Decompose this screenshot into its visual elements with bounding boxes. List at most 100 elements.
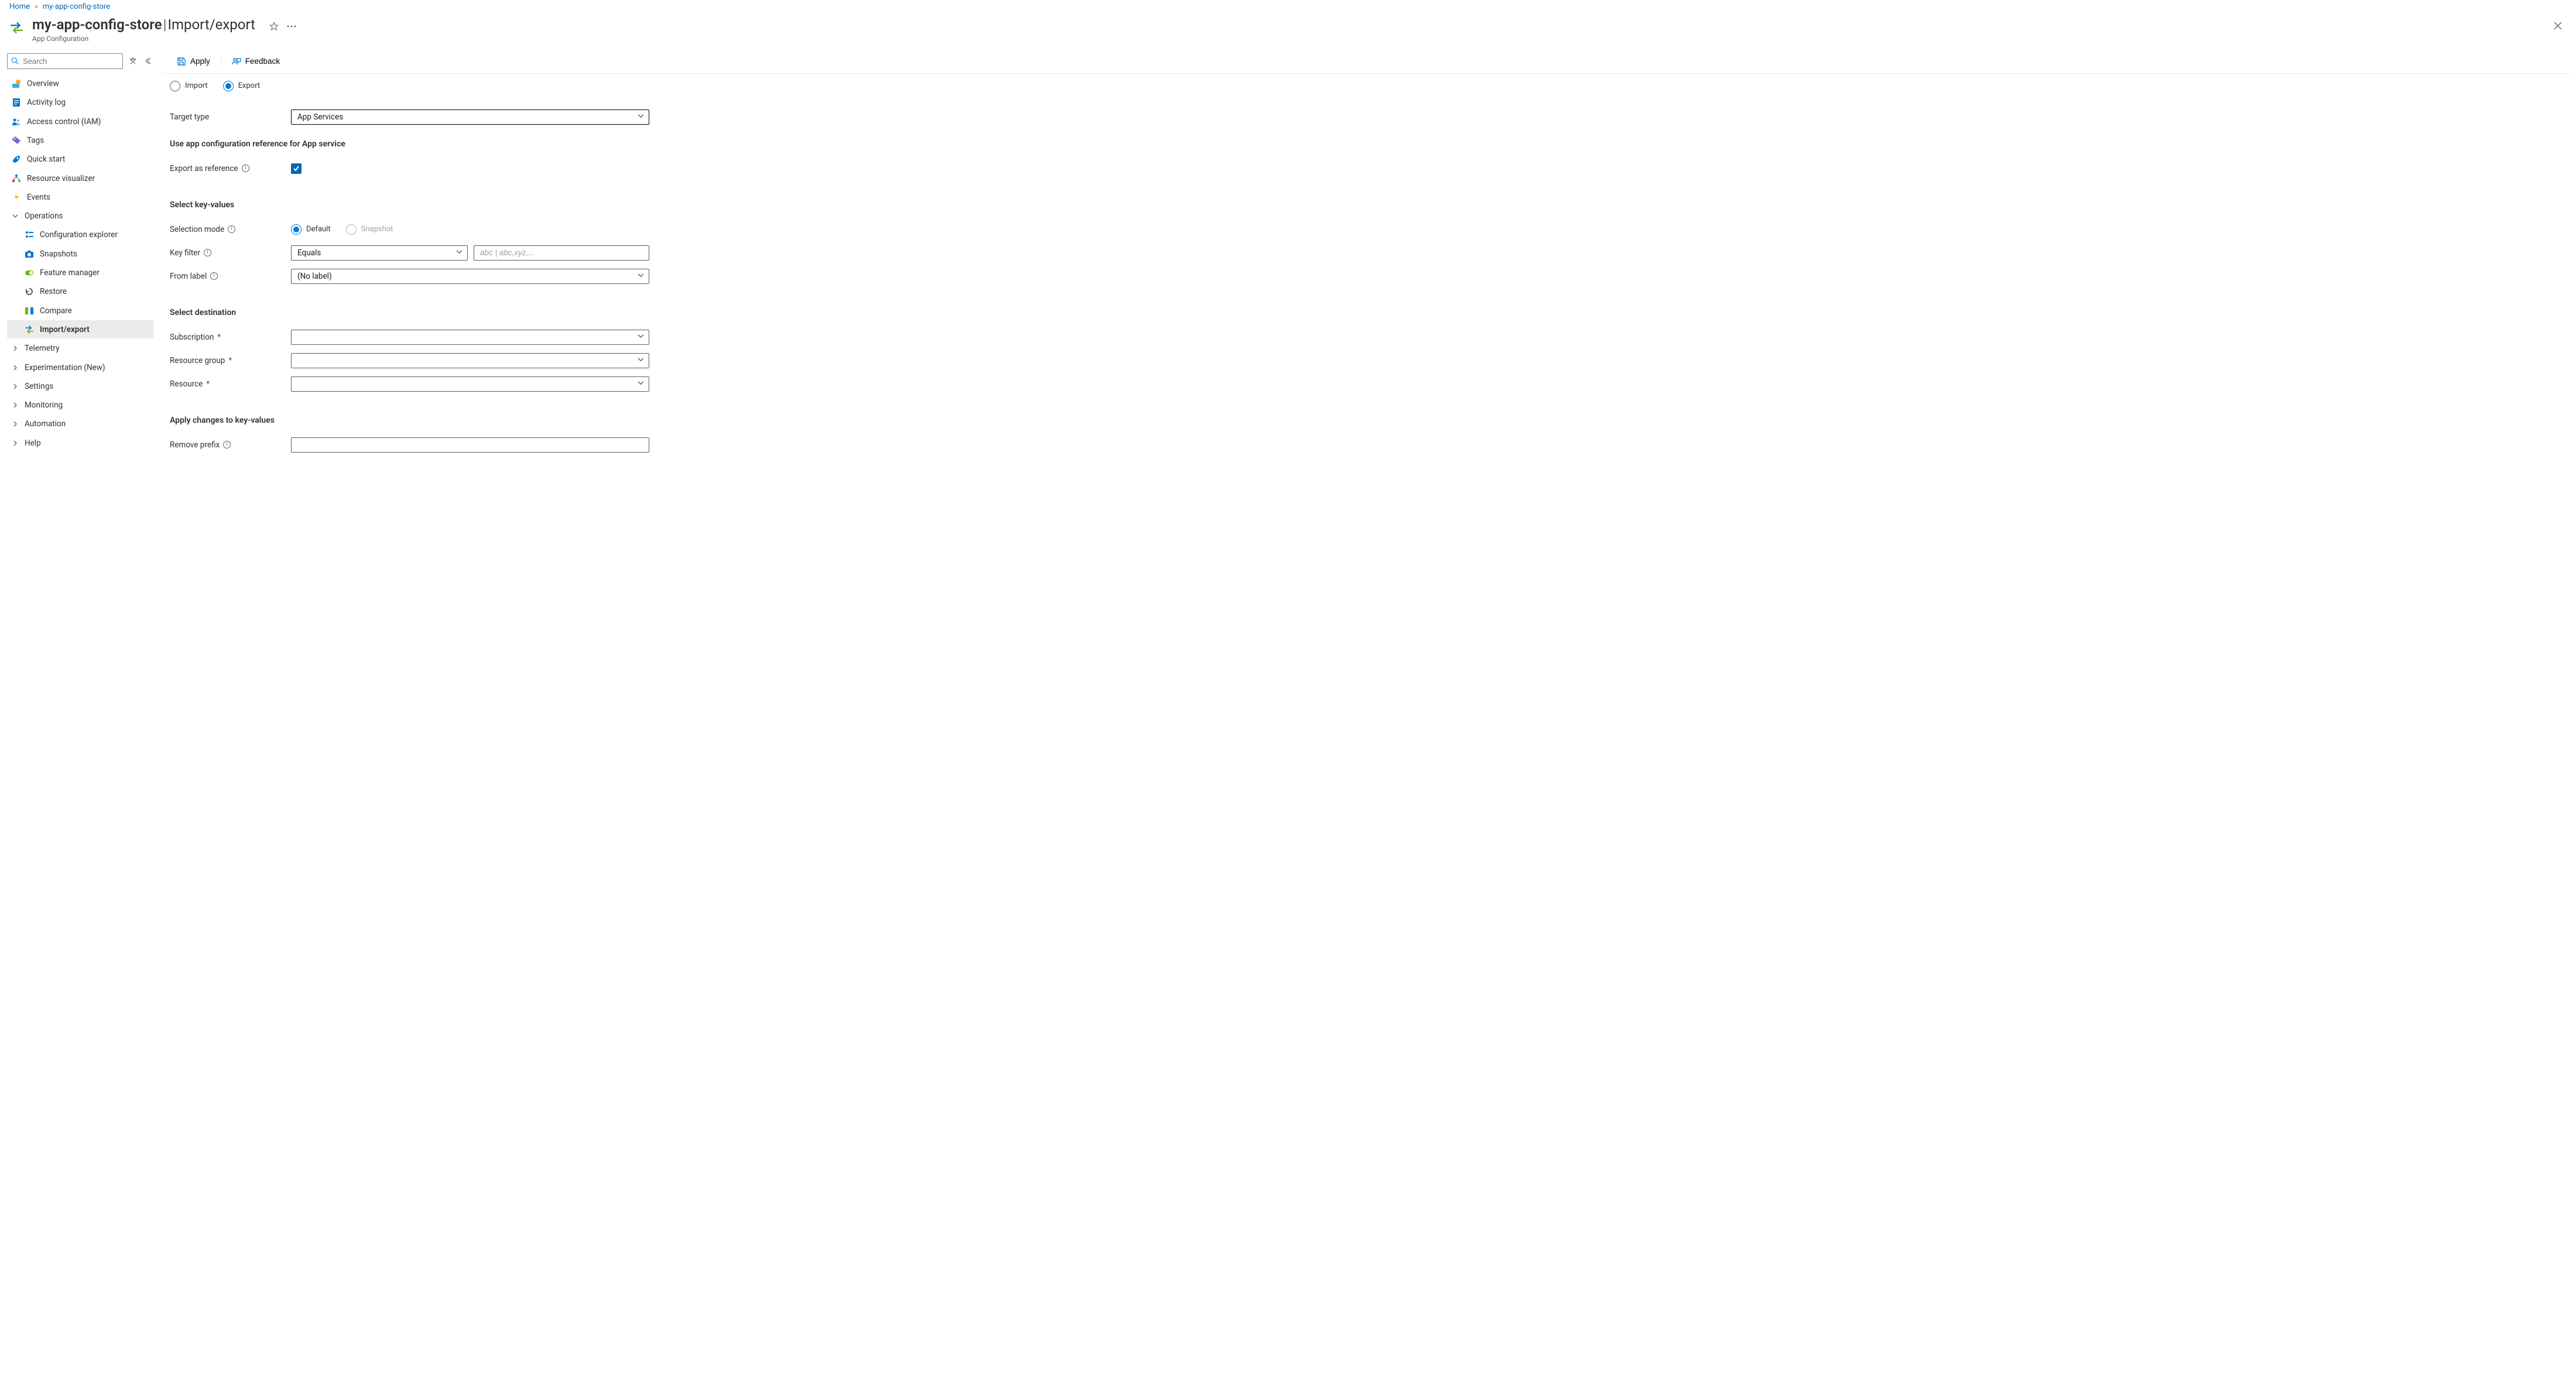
section-keyvalues-heading: Select key-values (170, 200, 836, 210)
feedback-icon (232, 57, 241, 66)
page-header: my-app-config-store|Import/export App Co… (0, 17, 2576, 51)
nav-monitoring-group[interactable]: Monitoring (7, 396, 153, 415)
sidebar-search[interactable] (7, 53, 123, 69)
restore-icon (25, 287, 34, 296)
info-icon[interactable]: i (223, 441, 231, 448)
resource-type-icon (9, 20, 24, 35)
subscription-select[interactable] (291, 330, 649, 345)
command-bar: Apply Feedback (164, 52, 2571, 74)
favorite-button[interactable] (268, 20, 280, 32)
export-as-reference-label: Export as reference i (170, 164, 291, 173)
nav-events[interactable]: Events (7, 188, 153, 206)
nav-operations-group[interactable]: Operations (7, 207, 153, 225)
overview-icon (12, 79, 21, 88)
tags-icon (12, 136, 21, 145)
breadcrumb-current[interactable]: my-app-config-store (43, 2, 110, 11)
section-destination-heading: Select destination (170, 308, 836, 317)
nav-settings-group[interactable]: Settings (7, 377, 153, 395)
chevron-right-icon (12, 420, 19, 427)
from-label-select[interactable]: (No label) (291, 269, 649, 284)
breadcrumb-home[interactable]: Home (9, 2, 30, 11)
feedback-button[interactable]: Feedback (224, 53, 288, 70)
close-button[interactable] (2550, 18, 2565, 33)
config-explorer-icon (25, 230, 34, 239)
nav-access-control[interactable]: Access control (IAM) (7, 112, 153, 131)
info-icon[interactable]: i (228, 225, 235, 233)
chevron-right-icon (12, 402, 19, 409)
nav-overview[interactable]: Overview (7, 75, 153, 93)
remove-prefix-input[interactable] (291, 437, 649, 453)
info-icon[interactable]: i (242, 165, 249, 172)
chevron-down-icon (638, 333, 644, 341)
remove-prefix-label: Remove prefix i (170, 440, 291, 450)
key-filter-value-input[interactable] (474, 245, 649, 261)
chevron-down-icon (638, 272, 644, 280)
sidebar-collapse-button[interactable] (143, 56, 153, 66)
chevron-right-icon (12, 440, 19, 447)
nav-restore[interactable]: Restore (7, 283, 153, 301)
sidebar: Overview Activity log Access control (IA… (0, 51, 158, 480)
sidebar-nav: Overview Activity log Access control (IA… (7, 75, 153, 453)
breadcrumb-sep: > (35, 3, 38, 11)
resource-group-label: Resource group * (170, 356, 291, 365)
nav-configuration-explorer[interactable]: Configuration explorer (7, 226, 153, 244)
nav-activity-log[interactable]: Activity log (7, 94, 153, 112)
info-icon[interactable]: i (210, 272, 218, 280)
search-input[interactable] (23, 57, 119, 66)
nav-resource-visualizer[interactable]: Resource visualizer (7, 169, 153, 187)
nav-telemetry-group[interactable]: Telemetry (7, 340, 153, 358)
chevron-down-icon (456, 248, 463, 257)
resource-select[interactable] (291, 376, 649, 392)
feature-manager-icon (25, 268, 34, 278)
page-title: my-app-config-store|Import/export (32, 17, 255, 33)
resource-visualizer-icon (12, 174, 21, 183)
nav-snapshots[interactable]: Snapshots (7, 245, 153, 263)
search-icon (11, 57, 19, 65)
nav-import-export[interactable]: Import/export (7, 320, 153, 338)
sidebar-expand-button[interactable] (128, 56, 138, 66)
subscription-label: Subscription * (170, 333, 291, 342)
events-icon (12, 193, 21, 202)
target-type-label: Target type (170, 112, 291, 122)
import-export-icon (25, 325, 34, 334)
chevron-down-icon (638, 112, 644, 121)
apply-button[interactable]: Apply (169, 53, 218, 70)
nav-quick-start[interactable]: Quick start (7, 150, 153, 169)
section-reference-heading: Use app configuration reference for App … (170, 139, 836, 149)
export-as-reference-checkbox[interactable] (291, 163, 302, 174)
chevron-down-icon (638, 379, 644, 388)
nav-compare[interactable]: Compare (7, 302, 153, 320)
export-radio[interactable]: Export (223, 81, 261, 91)
from-label-label: From label i (170, 272, 291, 281)
chevron-right-icon (12, 383, 19, 390)
snapshots-icon (25, 249, 34, 259)
chevron-right-icon (12, 364, 19, 371)
main-panel: Apply Feedback Import Export Target type… (158, 51, 2576, 480)
chevron-down-icon (12, 213, 19, 220)
nav-automation-group[interactable]: Automation (7, 415, 153, 433)
activity-log-icon (12, 98, 21, 107)
chevron-down-icon (638, 356, 644, 365)
resource-label: Resource * (170, 379, 291, 389)
quickstart-icon (12, 155, 21, 164)
breadcrumb: Home > my-app-config-store (0, 0, 2576, 17)
target-type-select[interactable]: App Services (291, 109, 649, 125)
chevron-right-icon (12, 345, 19, 352)
service-label: App Configuration (32, 35, 255, 43)
nav-feature-manager[interactable]: Feature manager (7, 264, 153, 282)
resource-group-select[interactable] (291, 353, 649, 368)
section-apply-changes-heading: Apply changes to key-values (170, 416, 836, 425)
selection-default-radio[interactable]: Default (291, 224, 331, 235)
save-icon (177, 57, 186, 66)
selection-snapshot-radio: Snapshot (346, 224, 393, 235)
info-icon[interactable]: i (204, 249, 211, 256)
key-filter-op-select[interactable]: Equals (291, 245, 468, 261)
nav-experimentation-group[interactable]: Experimentation (New) (7, 358, 153, 376)
import-radio[interactable]: Import (170, 81, 208, 91)
nav-tags[interactable]: Tags (7, 131, 153, 149)
nav-help-group[interactable]: Help (7, 434, 153, 452)
check-icon (293, 165, 300, 172)
more-button[interactable] (286, 20, 297, 32)
iam-icon (12, 117, 21, 126)
compare-icon (25, 306, 34, 316)
